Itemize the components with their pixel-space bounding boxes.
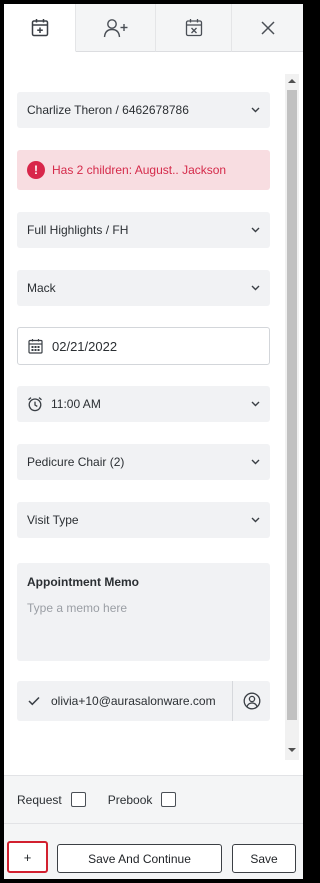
close-icon <box>260 20 275 35</box>
calendar-plus-icon <box>31 18 49 37</box>
prebook-label: Prebook <box>107 792 153 807</box>
client-alert-text: Has 2 children: August.. Jackson <box>52 163 227 177</box>
email-field[interactable]: olivia+10@aurasalonware.com <box>17 681 270 721</box>
staff-select-value: Mack <box>27 281 56 295</box>
memo-title: Appointment Memo <box>27 575 139 589</box>
tab-close[interactable] <box>232 4 303 52</box>
request-option[interactable]: Request <box>17 792 86 807</box>
time-select[interactable]: 11:00 AM <box>17 386 270 422</box>
date-value: 02/21/2022 <box>52 338 118 354</box>
client-select[interactable]: Charlize Theron / 6462678786 <box>17 92 270 128</box>
add-user-icon <box>103 18 129 38</box>
service-select[interactable]: Full Highlights / FH <box>17 212 270 248</box>
appointment-panel: Charlize Theron / 6462678786 ! Has 2 chi… <box>4 4 303 879</box>
resource-select-value: Pedicure Chair (2) <box>27 455 125 469</box>
scrollbar-thumb[interactable] <box>287 90 297 720</box>
actions-bar: + Save And Continue Save <box>4 823 303 879</box>
time-select-value: 11:00 AM <box>51 397 101 411</box>
calendar-icon <box>28 338 43 354</box>
save-and-continue-button[interactable]: Save And Continue <box>57 844 222 873</box>
request-label: Request <box>17 792 62 807</box>
chevron-down-icon <box>250 457 260 467</box>
prebook-checkbox[interactable] <box>161 792 177 807</box>
calendar-x-icon <box>185 18 203 37</box>
chevron-down-icon <box>250 225 260 235</box>
tab-new-appointment[interactable] <box>4 4 76 52</box>
alert-icon: ! <box>27 161 45 179</box>
request-checkbox[interactable] <box>70 792 86 807</box>
tab-add-client[interactable] <box>76 4 156 52</box>
chevron-down-icon <box>250 399 260 409</box>
service-select-value: Full Highlights / FH <box>27 223 129 237</box>
resource-select[interactable]: Pedicure Chair (2) <box>17 444 270 480</box>
staff-select[interactable]: Mack <box>17 270 270 306</box>
tab-bar <box>4 4 303 52</box>
appointment-memo-field[interactable]: Appointment Memo Type a memo here <box>17 563 270 661</box>
tab-cancel-appointment[interactable] <box>156 4 232 52</box>
checkmark-icon <box>17 696 51 706</box>
prebook-option[interactable]: Prebook <box>108 792 177 807</box>
add-button[interactable]: + <box>7 841 48 873</box>
email-value: olivia+10@aurasalonware.com <box>51 694 216 708</box>
alarm-clock-icon <box>27 396 43 412</box>
appointment-form: Charlize Theron / 6462678786 ! Has 2 chi… <box>4 52 303 777</box>
save-button[interactable]: Save <box>232 844 296 873</box>
date-field[interactable]: 02/21/2022 <box>17 327 270 365</box>
chevron-down-icon <box>250 105 260 115</box>
chevron-down-icon <box>250 515 260 525</box>
options-bar: Request Prebook <box>4 775 303 823</box>
memo-placeholder: Type a memo here <box>27 601 128 615</box>
scroll-down-arrow-icon[interactable] <box>288 746 296 754</box>
client-select-value: Charlize Theron / 6462678786 <box>27 103 189 117</box>
scroll-up-arrow-icon[interactable] <box>288 77 296 85</box>
visit-type-select[interactable]: Visit Type <box>17 502 270 538</box>
user-circle-icon[interactable] <box>232 681 270 721</box>
visit-type-select-value: Visit Type <box>27 513 79 527</box>
client-alert: ! Has 2 children: August.. Jackson <box>17 150 270 190</box>
chevron-down-icon <box>250 283 260 293</box>
